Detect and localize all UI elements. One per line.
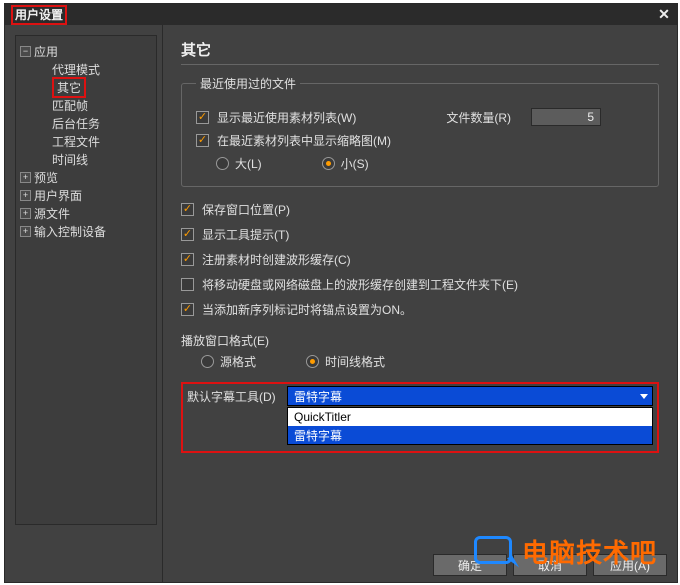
radio-label: 大(L) bbox=[235, 155, 262, 172]
window-title: 用户设置 bbox=[11, 5, 67, 25]
tree-child-project[interactable]: 工程文件 bbox=[20, 132, 152, 150]
checkbox-save-pos[interactable] bbox=[181, 203, 194, 216]
ok-button[interactable]: 确定 bbox=[433, 554, 507, 576]
label-move-cache: 将移动硬盘或网络磁盘上的波形缓存创建到工程文件夹下(E) bbox=[202, 276, 518, 293]
radio-icon bbox=[201, 355, 214, 368]
input-file-count[interactable]: 5 bbox=[531, 108, 601, 126]
label-show-thumbs: 在最近素材列表中显示缩略图(M) bbox=[217, 132, 391, 149]
radio-label: 源格式 bbox=[220, 353, 256, 370]
tree: − 应用 代理模式 其它 匹配帧 后台任务 工程文件 时间线 + 预览 + 用户… bbox=[15, 35, 157, 525]
content-panel: 其它 最近使用过的文件 显示最近使用素材列表(W) 文件数量(R) 5 在最近素… bbox=[163, 25, 677, 582]
radio-icon bbox=[322, 157, 335, 170]
subtitle-dropdown: QuickTitler 雷特字幕 bbox=[287, 407, 653, 445]
tree-child-matchframe[interactable]: 匹配帧 bbox=[20, 96, 152, 114]
footer-buttons: 确定 取消 应用(A) bbox=[173, 554, 667, 576]
radio-icon bbox=[306, 355, 319, 368]
radio-label: 小(S) bbox=[341, 155, 369, 172]
subtitle-select[interactable]: 雷特字幕 bbox=[287, 386, 653, 406]
tree-node-ui[interactable]: + 用户界面 bbox=[20, 186, 152, 204]
collapse-icon[interactable]: − bbox=[20, 46, 31, 57]
expand-icon[interactable]: + bbox=[20, 208, 31, 219]
radio-size-large[interactable]: 大(L) bbox=[216, 155, 262, 172]
label-anchor-on: 当添加新序列标记时将锚点设置为ON。 bbox=[202, 301, 412, 318]
tree-label: 源文件 bbox=[34, 205, 70, 222]
checkbox-move-cache[interactable] bbox=[181, 278, 194, 291]
checkbox-show-thumbs[interactable] bbox=[196, 134, 209, 147]
play-format-label: 播放窗口格式(E) bbox=[181, 332, 659, 349]
radio-size-small[interactable]: 小(S) bbox=[322, 155, 369, 172]
subtitle-option-leite[interactable]: 雷特字幕 bbox=[288, 426, 652, 444]
expand-icon[interactable]: + bbox=[20, 226, 31, 237]
tree-node-source[interactable]: + 源文件 bbox=[20, 204, 152, 222]
cancel-button[interactable]: 取消 bbox=[513, 554, 587, 576]
tree-child-proxy[interactable]: 代理模式 bbox=[20, 60, 152, 78]
titlebar: 用户设置 ✕ bbox=[5, 4, 677, 25]
tree-node-preview[interactable]: + 预览 bbox=[20, 168, 152, 186]
radio-label: 时间线格式 bbox=[325, 353, 385, 370]
tree-child-timeline[interactable]: 时间线 bbox=[20, 150, 152, 168]
expand-icon[interactable]: + bbox=[20, 172, 31, 183]
radio-play-timeline[interactable]: 时间线格式 bbox=[306, 353, 385, 370]
subtitle-tool-area: 默认字幕工具(D) 雷特字幕 QuickTitler 雷特字幕 bbox=[181, 382, 659, 453]
close-icon[interactable]: ✕ bbox=[655, 7, 673, 23]
label-show-recent: 显示最近使用素材列表(W) bbox=[217, 109, 356, 126]
radio-icon bbox=[216, 157, 229, 170]
select-value: 雷特字幕 bbox=[294, 388, 342, 405]
window-body: − 应用 代理模式 其它 匹配帧 后台任务 工程文件 时间线 + 预览 + 用户… bbox=[5, 25, 677, 582]
checkbox-show-recent[interactable] bbox=[196, 111, 209, 124]
tree-node-apps[interactable]: − 应用 bbox=[20, 42, 152, 60]
checkbox-show-tips[interactable] bbox=[181, 228, 194, 241]
chevron-down-icon bbox=[640, 394, 648, 399]
subtitle-option-quicktitler[interactable]: QuickTitler bbox=[288, 408, 652, 426]
options-list: 保存窗口位置(P) 显示工具提示(T) 注册素材时创建波形缓存(C) 将移动硬盘… bbox=[181, 201, 659, 318]
settings-window: 用户设置 ✕ − 应用 代理模式 其它 匹配帧 后台任务 工程文件 时间线 + … bbox=[4, 3, 678, 583]
label-file-count: 文件数量(R) bbox=[446, 109, 511, 126]
apply-button[interactable]: 应用(A) bbox=[593, 554, 667, 576]
expand-icon[interactable]: + bbox=[20, 190, 31, 201]
tree-label: 应用 bbox=[34, 43, 58, 60]
tree-child-other[interactable]: 其它 bbox=[20, 78, 152, 96]
tree-label: 用户界面 bbox=[34, 187, 82, 204]
checkbox-anchor-on[interactable] bbox=[181, 303, 194, 316]
radio-play-source[interactable]: 源格式 bbox=[201, 353, 256, 370]
subtitle-label: 默认字幕工具(D) bbox=[187, 388, 287, 405]
page-title: 其它 bbox=[181, 39, 659, 65]
tree-label: 预览 bbox=[34, 169, 58, 186]
recent-legend: 最近使用过的文件 bbox=[196, 75, 300, 92]
recent-files-group: 最近使用过的文件 显示最近使用素材列表(W) 文件数量(R) 5 在最近素材列表… bbox=[181, 75, 659, 187]
sidebar: − 应用 代理模式 其它 匹配帧 后台任务 工程文件 时间线 + 预览 + 用户… bbox=[5, 25, 163, 582]
tree-label: 输入控制设备 bbox=[34, 223, 106, 240]
tree-node-input[interactable]: + 输入控制设备 bbox=[20, 222, 152, 240]
label-save-pos: 保存窗口位置(P) bbox=[202, 201, 290, 218]
checkbox-wave-cache[interactable] bbox=[181, 253, 194, 266]
tree-child-bgtask[interactable]: 后台任务 bbox=[20, 114, 152, 132]
label-show-tips: 显示工具提示(T) bbox=[202, 226, 289, 243]
label-wave-cache: 注册素材时创建波形缓存(C) bbox=[202, 251, 351, 268]
